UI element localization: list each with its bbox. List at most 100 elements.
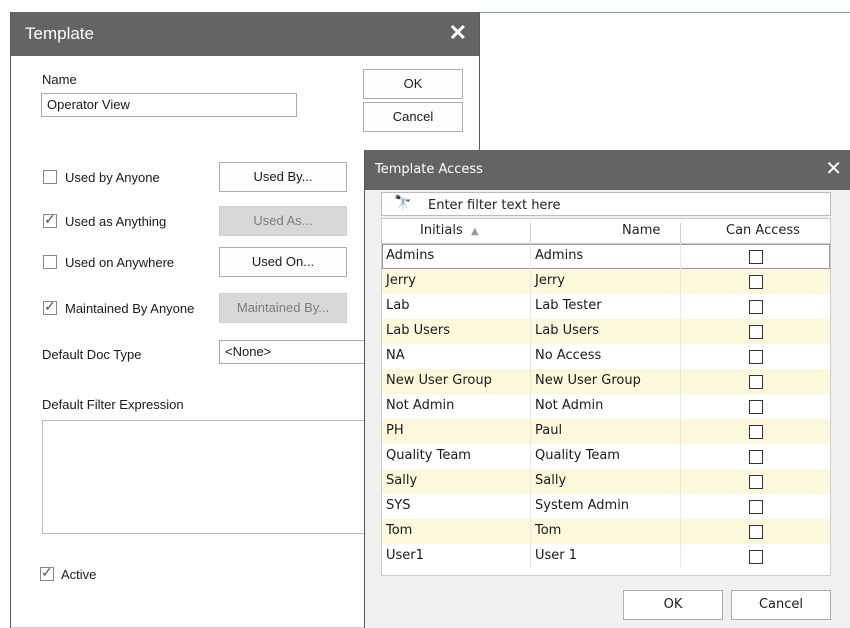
can-access-checkbox[interactable] bbox=[749, 550, 763, 564]
can-access-checkbox[interactable] bbox=[749, 350, 763, 364]
cell-name: User 1 bbox=[535, 548, 578, 563]
cell-divider bbox=[530, 519, 531, 544]
col-header-can-access[interactable]: Can Access bbox=[726, 223, 800, 238]
can-access-checkbox[interactable] bbox=[749, 475, 763, 489]
cell-name: No Access bbox=[535, 348, 602, 363]
can-access-checkbox[interactable] bbox=[749, 500, 763, 514]
table-row[interactable]: Not Admin Not Admin bbox=[382, 394, 830, 419]
used-as-anything-checkbox[interactable] bbox=[43, 211, 57, 228]
cancel-button[interactable]: Cancel bbox=[363, 102, 463, 132]
table-row[interactable]: NA No Access bbox=[382, 344, 830, 369]
cell-initials: Tom bbox=[386, 523, 413, 538]
binoculars-icon[interactable]: 🔭 bbox=[394, 195, 411, 211]
can-access-checkbox[interactable] bbox=[749, 450, 763, 464]
default-filter-label: Default Filter Expression bbox=[42, 397, 184, 412]
cell-divider bbox=[680, 394, 681, 419]
can-access-checkbox[interactable] bbox=[749, 400, 763, 414]
active-checkbox[interactable] bbox=[40, 564, 54, 581]
cell-name: Admins bbox=[535, 248, 584, 263]
table-row[interactable]: Admins Admins bbox=[382, 244, 830, 269]
default-doc-type-label: Default Doc Type bbox=[42, 347, 142, 362]
cell-initials: Sally bbox=[386, 473, 418, 488]
used-by-button[interactable]: Used By... bbox=[219, 162, 347, 192]
used-by-anyone-label: Used by Anyone bbox=[65, 170, 160, 185]
cell-name: Tom bbox=[535, 523, 562, 538]
cell-initials: New User Group bbox=[386, 373, 492, 388]
cell-divider bbox=[530, 544, 531, 569]
cell-divider bbox=[530, 269, 531, 294]
cell-divider bbox=[530, 369, 531, 394]
col-header-name[interactable]: Name bbox=[622, 223, 660, 238]
cell-name: Sally bbox=[535, 473, 567, 488]
table-row[interactable]: Lab Lab Tester bbox=[382, 294, 830, 319]
access-title: Template Access bbox=[375, 162, 483, 177]
table-row[interactable]: User1 User 1 bbox=[382, 544, 830, 569]
cell-divider bbox=[680, 294, 681, 319]
access-ok-button[interactable]: OK bbox=[623, 590, 723, 620]
table-row[interactable]: Tom Tom bbox=[382, 519, 830, 544]
ok-button[interactable]: OK bbox=[363, 69, 463, 99]
can-access-checkbox[interactable] bbox=[749, 275, 763, 289]
cell-divider bbox=[530, 394, 531, 419]
cell-initials: Lab bbox=[386, 298, 410, 313]
table-row[interactable]: PH Paul bbox=[382, 419, 830, 444]
cell-divider bbox=[680, 469, 681, 494]
active-label: Active bbox=[61, 567, 97, 582]
filter-input[interactable] bbox=[426, 195, 820, 215]
cell-name: Quality Team bbox=[535, 448, 620, 463]
used-as-anything-label: Used as Anything bbox=[65, 214, 167, 229]
used-as-button: Used As... bbox=[219, 206, 347, 236]
cell-name: Jerry bbox=[535, 273, 565, 288]
access-close-icon[interactable]: ✕ bbox=[825, 156, 842, 180]
cell-divider bbox=[530, 494, 531, 519]
can-access-checkbox[interactable] bbox=[749, 425, 763, 439]
table-row[interactable]: Lab Users Lab Users bbox=[382, 319, 830, 344]
can-access-checkbox[interactable] bbox=[749, 250, 763, 264]
can-access-checkbox[interactable] bbox=[749, 300, 763, 314]
can-access-checkbox[interactable] bbox=[749, 375, 763, 389]
table-row[interactable]: New User Group New User Group bbox=[382, 369, 830, 394]
cell-name: Lab Users bbox=[535, 323, 599, 338]
cell-initials: PH bbox=[386, 423, 404, 438]
maintained-by-button: Maintained By... bbox=[219, 293, 347, 323]
table-row[interactable]: Jerry Jerry bbox=[382, 269, 830, 294]
table-row[interactable]: SYS System Admin bbox=[382, 494, 830, 519]
default-filter-textarea[interactable] bbox=[42, 420, 372, 534]
cell-initials: Lab Users bbox=[386, 323, 450, 338]
col-header-initials[interactable]: Initials ▲ bbox=[420, 223, 479, 238]
cell-initials: Not Admin bbox=[386, 398, 455, 413]
sort-asc-icon: ▲ bbox=[471, 226, 479, 237]
access-grid: Initials ▲ Name Can Access Admins Admins J… bbox=[381, 218, 831, 576]
maintained-by-anyone-checkbox[interactable] bbox=[43, 298, 57, 315]
cell-divider bbox=[680, 519, 681, 544]
table-row[interactable]: Quality Team Quality Team bbox=[382, 444, 830, 469]
background-divider bbox=[480, 12, 850, 13]
maintained-by-anyone-label: Maintained By Anyone bbox=[65, 301, 195, 316]
cell-divider bbox=[530, 244, 531, 269]
used-on-anywhere-checkbox[interactable] bbox=[43, 255, 57, 269]
cell-divider bbox=[530, 444, 531, 469]
name-field[interactable]: Operator View bbox=[41, 93, 297, 117]
close-icon[interactable]: ✕ bbox=[449, 20, 467, 46]
cell-divider bbox=[530, 294, 531, 319]
cell-name: New User Group bbox=[535, 373, 641, 388]
can-access-checkbox[interactable] bbox=[749, 525, 763, 539]
cell-divider bbox=[530, 419, 531, 444]
default-doc-type-select[interactable]: <None> bbox=[219, 340, 369, 364]
cell-name: Paul bbox=[535, 423, 563, 438]
cell-divider bbox=[680, 244, 681, 269]
access-cancel-button[interactable]: Cancel bbox=[731, 590, 831, 620]
cell-initials: Admins bbox=[386, 248, 435, 263]
used-by-anyone-checkbox[interactable] bbox=[43, 170, 57, 184]
cell-initials: User1 bbox=[386, 548, 424, 563]
template-title: Template bbox=[25, 24, 94, 43]
table-row[interactable]: Sally Sally bbox=[382, 469, 830, 494]
cell-divider bbox=[530, 344, 531, 369]
can-access-checkbox[interactable] bbox=[749, 325, 763, 339]
cell-divider bbox=[680, 269, 681, 294]
cell-name: System Admin bbox=[535, 498, 630, 513]
cell-name: Lab Tester bbox=[535, 298, 602, 313]
name-label: Name bbox=[42, 72, 77, 87]
used-on-button[interactable]: Used On... bbox=[219, 247, 347, 277]
cell-divider bbox=[530, 319, 531, 344]
